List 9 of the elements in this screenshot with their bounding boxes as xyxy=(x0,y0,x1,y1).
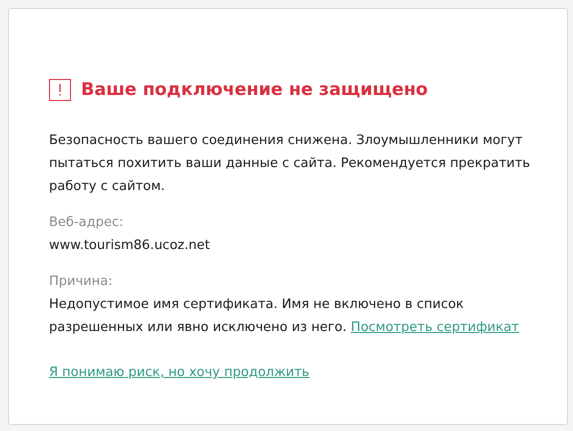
field-value: Недопустимое имя сертификата. Имя не включено в список разрешенных или явно исключено из него. Посмотреть сертификат xyxy=(49,296,520,337)
view-certificate-link[interactable]: Посмотреть сертификат xyxy=(350,320,519,335)
warning-icon xyxy=(49,79,71,101)
continue-link[interactable]: Я понимаю риск, но хочу продолжить xyxy=(49,365,310,380)
field-label: Причина: xyxy=(49,273,114,291)
field-label: Веб-адрес: xyxy=(49,214,124,232)
description-text: Безопасность вашего соединения снижена. Злоумышленники могут пытаться похитить ваши данные с сайта. Рекомендуется прекратить работу с сайтом. xyxy=(49,132,532,196)
page-title: Ваше подключение не защищено xyxy=(81,80,428,100)
field-value: www.tourism86.ucoz.net xyxy=(49,237,211,255)
